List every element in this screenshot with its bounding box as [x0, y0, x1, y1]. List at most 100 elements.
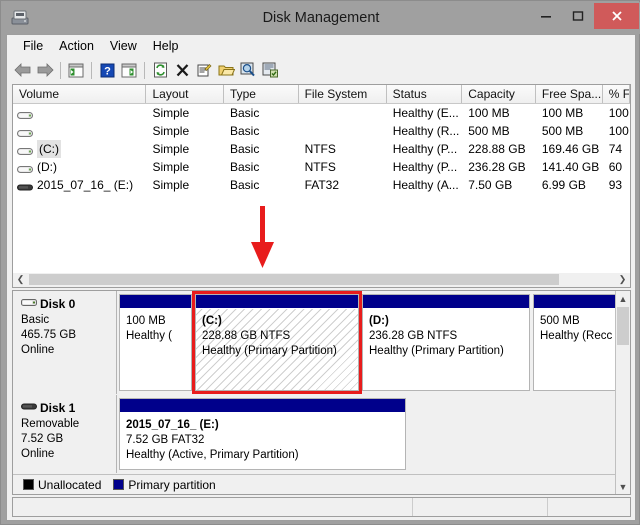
partition-status: Healthy ( [126, 330, 173, 342]
volume-label: (C:) [37, 140, 61, 158]
refresh-button[interactable] [149, 59, 171, 81]
partition-details: (D:) 236.28 GB NTFS Healthy (Primary Par… [363, 309, 529, 390]
disk-0-state: Online [21, 344, 55, 356]
status-pane-3 [548, 498, 630, 516]
cell-status: Healthy (P... [392, 160, 458, 174]
scrollbar-thumb[interactable] [29, 274, 559, 285]
column-header-file-system[interactable]: File System [298, 85, 387, 103]
forward-icon [37, 63, 54, 77]
show-hide-console-tree-icon [121, 63, 137, 77]
table-row[interactable]: Simple Basic Healthy (E... 100 MB 100 MB… [13, 104, 630, 122]
partition-details: 2015_07_16_ (E:) 7.52 GB FAT32 Healthy (… [120, 413, 405, 469]
disk-info-disk-0[interactable]: Disk 0 Basic 465.75 GB Online [13, 291, 117, 394]
cell-layout: Simple [152, 178, 190, 192]
table-row[interactable]: (D:) Simple Basic NTFS Healthy (P... 236… [13, 158, 630, 176]
table-row[interactable]: Simple Basic Healthy (R... 500 MB 500 MB… [13, 122, 630, 140]
menu-help[interactable]: Help [145, 36, 187, 56]
disk-row-disk-0: Disk 0 Basic 465.75 GB Online 100 MB Hea… [13, 291, 620, 394]
close-button[interactable] [594, 3, 639, 29]
minimize-icon [541, 16, 551, 18]
forward-button[interactable] [34, 59, 56, 81]
partition-name: (D:) [369, 315, 389, 327]
cell-status: Healthy (E... [392, 106, 459, 120]
cell-free-space: 141.40 GB [541, 160, 600, 174]
maximize-icon [572, 11, 584, 21]
partition-color-bar [196, 295, 358, 309]
scroll-left-icon[interactable]: ❮ [13, 273, 28, 286]
maximize-button[interactable] [562, 3, 594, 29]
back-icon [14, 63, 31, 77]
partition-status: Healthy (Primary Partition) [202, 345, 337, 357]
hard-disk-volume-icon [17, 144, 33, 155]
primary-partition-swatch [113, 479, 125, 490]
partition-d-drive[interactable]: (D:) 236.28 GB NTFS Healthy (Primary Par… [362, 294, 530, 391]
column-header-volume[interactable]: Volume [13, 85, 147, 103]
hard-disk-volume-icon [17, 126, 33, 137]
show-hide-console-tree-button[interactable] [118, 59, 140, 81]
scroll-right-icon[interactable]: ❯ [615, 273, 630, 286]
delete-button[interactable] [171, 59, 193, 81]
menu-view[interactable]: View [102, 36, 145, 56]
cell-percent-free: 100 [608, 124, 629, 138]
up-one-level-button[interactable] [65, 59, 87, 81]
cell-volume [13, 108, 146, 119]
all-tasks-button[interactable] [259, 59, 281, 81]
cell-status: Healthy (R... [392, 124, 460, 138]
cell-free-space: 500 MB [541, 124, 584, 138]
graphical-view-vertical-scrollbar[interactable]: ▲ ▼ [615, 291, 630, 494]
cell-percent-free: 60 [608, 160, 623, 174]
partition-details: 100 MB Healthy ( [120, 309, 191, 390]
minimize-button[interactable] [530, 3, 562, 29]
column-header-percent-free[interactable]: % F [602, 85, 630, 103]
back-button[interactable] [12, 59, 34, 81]
volume-list-rows: Simple Basic Healthy (E... 100 MB 100 MB… [13, 104, 630, 194]
partition-system-reserved-100mb[interactable]: 100 MB Healthy ( [119, 294, 192, 391]
delete-icon [176, 63, 188, 76]
disk-0-partitions: 100 MB Healthy ( (C:) 228.88 GB NTFS Hea… [117, 291, 620, 394]
partition-name: (C:) [202, 315, 222, 327]
scroll-down-icon[interactable]: ▼ [616, 479, 630, 494]
partition-status: Healthy (Active, Primary Partition) [126, 449, 299, 461]
volume-label: 2015_07_16_ (E:) [37, 178, 134, 192]
partition-recovery-500mb[interactable]: 500 MB Healthy (Recc [533, 294, 618, 391]
volume-list-horizontal-scrollbar[interactable]: ❮ ❯ [12, 273, 631, 288]
legend-item-primary-partition: Primary partition [113, 478, 216, 492]
cell-capacity: 100 MB [468, 106, 510, 120]
column-header-capacity[interactable]: Capacity [462, 85, 536, 103]
menu-file[interactable]: File [15, 36, 51, 56]
properties-button[interactable] [193, 59, 215, 81]
rescan-disks-button[interactable] [237, 59, 259, 81]
column-header-free-space[interactable]: Free Spa... [535, 85, 603, 103]
cell-layout: Simple [152, 124, 190, 138]
column-header-type[interactable]: Type [223, 85, 299, 103]
partition-e-drive[interactable]: 2015_07_16_ (E:) 7.52 GB FAT32 Healthy (… [119, 398, 406, 470]
cell-type: Basic [229, 160, 260, 174]
open-icon [218, 65, 235, 76]
column-header-layout[interactable]: Layout [146, 85, 224, 103]
partition-status: Healthy (Primary Partition) [369, 345, 504, 357]
partition-color-bar [363, 295, 529, 309]
column-header-status[interactable]: Status [386, 85, 463, 103]
toolbar-separator [91, 61, 92, 79]
disk-1-title: Disk 1 [21, 401, 116, 415]
open-button[interactable] [215, 59, 237, 81]
table-row[interactable]: 2015_07_16_ (E:) Simple Basic FAT32 Heal… [13, 176, 630, 194]
partition-c-drive[interactable]: (C:) 228.88 GB NTFS Healthy (Primary Par… [192, 291, 362, 394]
menu-action[interactable]: Action [51, 36, 102, 56]
cell-file-system: NTFS [304, 142, 336, 156]
cell-type: Basic [229, 178, 260, 192]
cell-volume: (D:) [13, 158, 146, 176]
cell-volume [13, 126, 146, 137]
disk-1-type: Removable [21, 418, 80, 430]
disk-info-disk-1[interactable]: Disk 1 Removable 7.52 GB Online [13, 395, 117, 473]
disk-1-size: 7.52 GB [21, 433, 64, 445]
disk-1-name: Disk 1 [40, 401, 76, 415]
cell-percent-free: 74 [608, 142, 623, 156]
cell-layout: Simple [152, 106, 190, 120]
disk-management-window: Disk Management File Action View Help ? … [0, 0, 640, 525]
scrollbar-thumb[interactable] [617, 307, 629, 345]
toolbar: ? [7, 57, 635, 83]
scroll-up-icon[interactable]: ▲ [616, 291, 630, 306]
help-button[interactable]: ? [96, 59, 118, 81]
table-row[interactable]: (C:) Simple Basic NTFS Healthy (P... 228… [13, 140, 630, 158]
